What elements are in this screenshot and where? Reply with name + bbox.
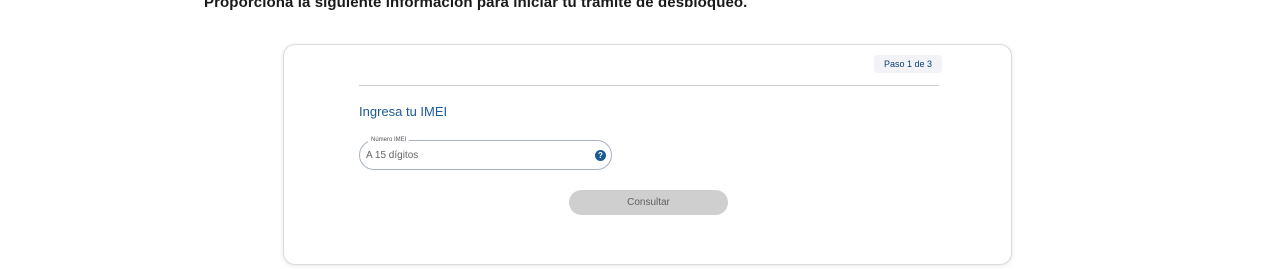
help-icon[interactable]: ? — [595, 150, 606, 161]
imei-input[interactable] — [366, 147, 586, 163]
imei-field-label: Número IMEI — [368, 136, 410, 144]
imei-field[interactable]: Número IMEI ? — [359, 136, 612, 170]
consultar-button[interactable]: Consultar — [569, 190, 728, 215]
section-title: Ingresa tu IMEI — [359, 104, 448, 119]
imei-form-card: Paso 1 de 3 Ingresa tu IMEI Número IMEI … — [283, 44, 1012, 265]
step-indicator-badge: Paso 1 de 3 — [874, 55, 943, 73]
page-instruction: Proporciona la siguiente información par… — [204, 0, 748, 11]
card-divider — [359, 85, 939, 86]
